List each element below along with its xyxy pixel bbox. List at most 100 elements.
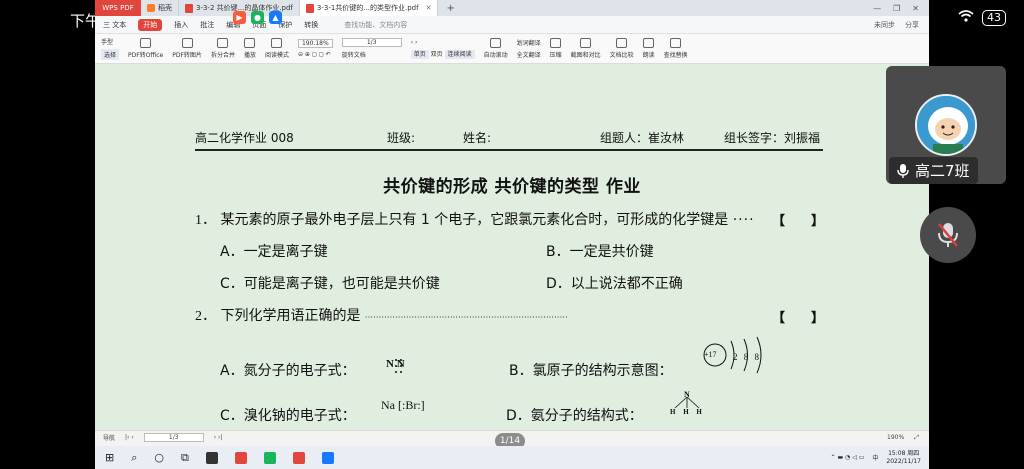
sync-button[interactable]: 未同步 <box>874 20 895 30</box>
page-controls: 1/3 旋转文档 <box>341 38 402 59</box>
screenshot-button[interactable]: 截图和对比 <box>571 38 601 59</box>
image-icon <box>181 38 193 48</box>
single-page-button[interactable]: 单页 <box>410 50 429 59</box>
chlorine-shell-electrons: 2 8 8 <box>733 352 761 362</box>
close-tab-icon[interactable]: ✕ <box>426 4 432 12</box>
menu-annotate[interactable]: 批注 <box>200 20 214 30</box>
tray-icons[interactable]: ⌃ ▬ ◔ ◁ ▭ <box>831 454 865 461</box>
question-number: 2． <box>195 309 216 324</box>
dock-wechat-icon[interactable]: ● <box>251 11 264 24</box>
option-b: B．一定是共价键 <box>546 244 654 260</box>
share-button[interactable]: 分享 <box>905 20 919 30</box>
search-icon[interactable]: ⌕ <box>131 451 137 465</box>
question-2: 2． 下列化学用语正确的是 ··························… <box>195 305 568 325</box>
course-title: 高二化学作业 008 <box>195 131 294 145</box>
menu-start[interactable]: 开始 <box>138 18 163 31</box>
pinwheel-app-icon[interactable] <box>205 451 218 464</box>
book-icon <box>271 38 283 48</box>
view-arrows[interactable]: ‹ › <box>411 39 475 46</box>
new-tab-button[interactable]: + <box>438 3 462 14</box>
wechat-taskbar-icon[interactable] <box>263 451 276 464</box>
zoom-input[interactable]: 190.18% <box>297 39 333 48</box>
auto-scroll-label: 自动滚动 <box>483 52 508 59</box>
read-mode-button[interactable]: 阅读模式 <box>265 38 289 59</box>
avatar <box>915 94 977 156</box>
compare-label: 文档比较 <box>609 52 634 59</box>
taskbar-clock[interactable]: 15:08 周四 2022/11/17 <box>886 450 921 466</box>
menu-right: 未同步 分享 <box>874 20 929 30</box>
question-number: 1． <box>195 213 216 228</box>
status-page-input[interactable]: 1/3 <box>143 433 204 442</box>
tab-docer[interactable]: 稻壳 <box>141 0 179 16</box>
leader-dots: ···· <box>732 212 755 228</box>
compress-icon <box>550 38 562 48</box>
full-translate-button[interactable]: 全文翻译 <box>517 50 541 59</box>
microphone-icon <box>897 163 909 178</box>
play-icon <box>244 38 256 48</box>
rotate-button[interactable]: 旋转文档 <box>342 50 402 59</box>
option-c: C．溴化钠的电子式： <box>220 408 356 424</box>
fullscreen-icon[interactable]: ⤢ <box>914 434 929 442</box>
task-view-icon[interactable]: ⧉ <box>181 451 189 465</box>
convert-icon <box>140 38 152 48</box>
nav-pane-button[interactable]: 导航 <box>103 433 115 442</box>
dock-video-icon[interactable]: ▶ <box>233 11 246 24</box>
next-last-icons[interactable]: › ›| <box>214 434 223 441</box>
answer-bracket-right: 】 <box>811 214 825 229</box>
pdf-to-image-button[interactable]: PDF转图片 <box>172 38 202 59</box>
wps-pdf-2-taskbar-icon[interactable] <box>292 451 305 464</box>
find-replace-button[interactable]: 查找替换 <box>664 38 688 59</box>
document-page[interactable]: 高二化学作业 008 班级: 姓名: 组题人：崔汝林 组长签字：刘振福 共价键的… <box>95 64 929 430</box>
pdf-to-office-button[interactable]: PDF转Office <box>128 38 163 59</box>
page-input[interactable]: 1/3 <box>341 38 402 47</box>
speaker-icon <box>643 38 655 48</box>
view-mode-controls: ‹ › 单页 双页 连续阅读 <box>410 39 475 59</box>
continuous-read-button[interactable]: 连续阅读 <box>444 50 475 59</box>
option-d: D．以上说法都不正确 <box>546 276 683 292</box>
double-page-button[interactable]: 双页 <box>431 51 443 58</box>
menu-file[interactable]: 三 文本 <box>103 20 126 30</box>
answer-bracket-left: 【 <box>772 311 786 326</box>
cortana-icon[interactable]: ○ <box>154 451 164 464</box>
split-merge-label: 拆分合并 <box>210 52 235 59</box>
dock-meeting-icon[interactable]: ▲ <box>269 11 282 24</box>
menu-search-input[interactable]: 查找功能、文档内容 <box>344 20 407 30</box>
minimize-icon[interactable]: — <box>873 4 881 13</box>
clock-time: 15:08 周四 <box>888 449 920 457</box>
word-translate-button[interactable]: 划词翻译 <box>517 38 541 47</box>
triple-bond-dots <box>395 359 402 373</box>
option-a: A．一定是离子键 <box>220 244 328 260</box>
compress-button[interactable]: 压缩 <box>550 38 562 59</box>
play-button[interactable]: 播放 <box>244 38 256 59</box>
wps-pdf-taskbar-icon[interactable] <box>234 451 247 464</box>
zoom-in-out-icons[interactable]: ⊖ ⊕ ◻ ◻ ↶ <box>298 51 333 58</box>
restore-icon[interactable]: ❐ <box>893 4 900 13</box>
meeting-taskbar-icon[interactable] <box>321 451 334 464</box>
close-icon[interactable]: ✕ <box>912 4 919 13</box>
read-aloud-label: 朗读 <box>642 52 655 59</box>
taskbar: ⊞ ⌕ ○ ⧉ ⌃ ▬ ◔ ◁ ▭ 中 15:08 周四 2022/11/17 <box>95 446 929 469</box>
status-zoom[interactable]: 190% <box>887 434 904 441</box>
tab-document-2[interactable]: 3-3-1共价键的...的类型作业.pdf ✕ <box>299 0 439 16</box>
battery-indicator: 43 <box>982 10 1006 26</box>
compare-button[interactable]: 文档比较 <box>610 38 634 59</box>
leader-sign: 组长签字：刘振福 <box>724 131 821 145</box>
menu-insert[interactable]: 插入 <box>174 20 188 30</box>
clock-date: 2022/11/17 <box>886 457 921 465</box>
input-language[interactable]: 中 <box>872 453 878 462</box>
start-icon[interactable]: ⊞ <box>105 451 114 464</box>
option-c: C．可能是离子键，也可能是共价键 <box>220 276 440 292</box>
select-tool-button[interactable]: 选择 <box>101 49 120 60</box>
system-tray: ⌃ ▬ ◔ ◁ ▭ 中 15:08 周四 2022/11/17 <box>831 450 929 466</box>
tab-wps-home[interactable]: WPS PDF <box>95 0 141 16</box>
hand-tool-button[interactable]: 手型 <box>101 37 119 46</box>
split-merge-button[interactable]: 拆分合并 <box>211 38 235 59</box>
pdf-icon <box>305 3 314 13</box>
read-aloud-button[interactable]: 朗读 <box>643 38 655 59</box>
menu-convert[interactable]: 转换 <box>304 20 318 30</box>
first-prev-icons[interactable]: |‹ ‹ <box>125 434 134 441</box>
mute-toggle-button[interactable] <box>920 207 976 263</box>
auto-scroll-button[interactable]: 自动滚动 <box>484 38 508 59</box>
option-d: D．氨分子的结构式： <box>506 408 643 424</box>
class-field: 班级: <box>387 131 416 145</box>
